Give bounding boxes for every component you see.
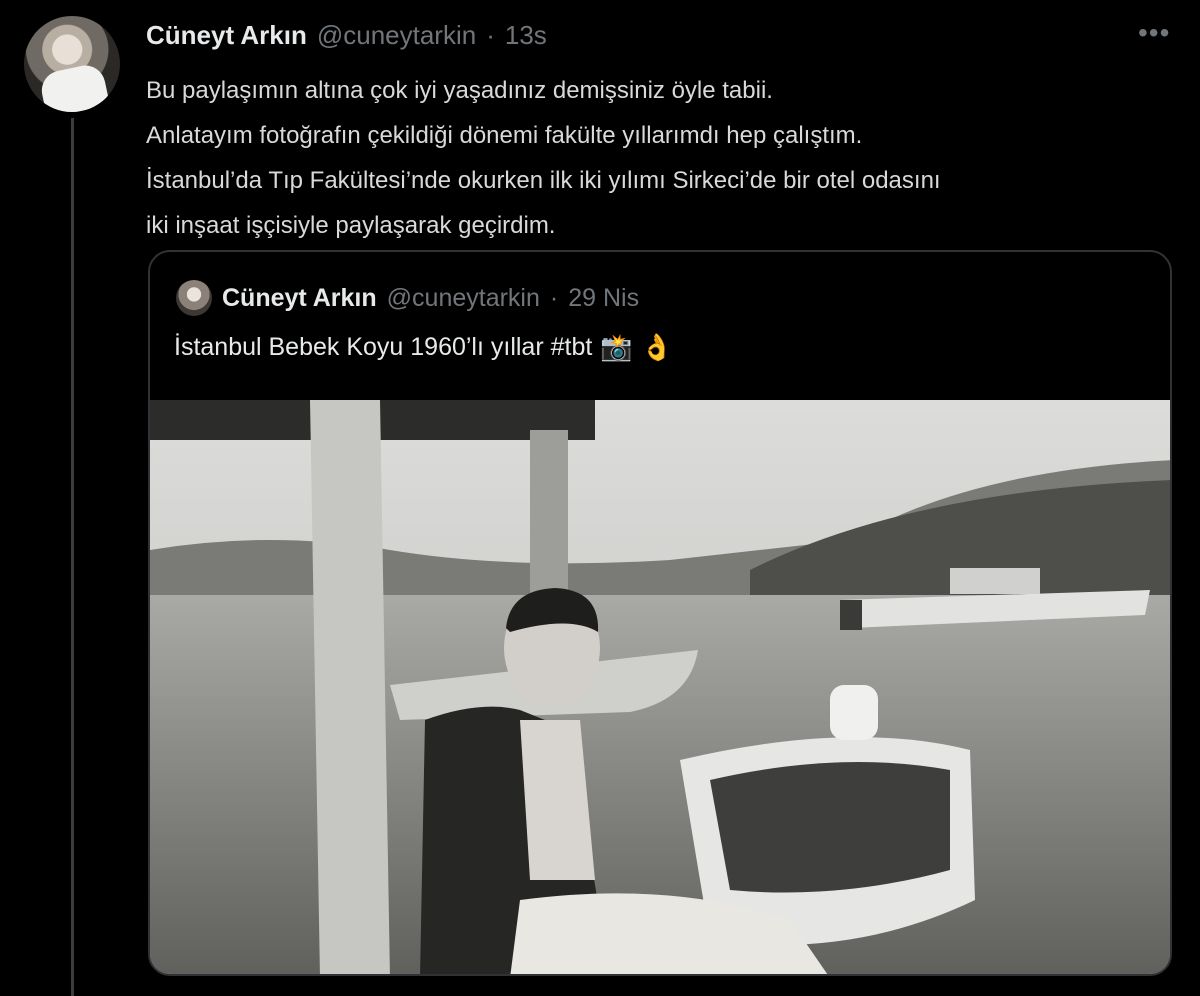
- tweet-text: Bu paylaşımın altına çok iyi yaşadınız d…: [146, 68, 1176, 248]
- quoted-date[interactable]: 29 Nis: [568, 284, 639, 313]
- more-dots-icon[interactable]: •••: [1138, 19, 1170, 47]
- quoted-text: İstanbul Bebek Koyu 1960’lı yıllar #tbt: [174, 333, 593, 361]
- quoted-photo[interactable]: [150, 400, 1170, 974]
- timestamp[interactable]: 13s: [505, 20, 547, 51]
- quoted-author-handle[interactable]: @cuneytarkin: [387, 284, 540, 313]
- tweet-line: Bu paylaşımın altına çok iyi yaşadınız d…: [146, 77, 773, 104]
- tweet-header: Cüneyt Arkın @cuneytarkin · 13s: [146, 20, 547, 54]
- tweet-line: iki inşaat işçisiyle paylaşarak geçirdim…: [146, 212, 556, 239]
- quoted-author-name[interactable]: Cüneyt Arkın: [222, 284, 377, 313]
- thread-line: [71, 118, 74, 996]
- tweet-line: Anlatayım fotoğrafın çekildiği dönemi fa…: [146, 122, 863, 149]
- ok-hand-icon: 👌: [640, 332, 674, 362]
- separator-dot: ·: [549, 283, 559, 312]
- author-name[interactable]: Cüneyt Arkın: [146, 20, 307, 51]
- quoted-avatar[interactable]: [176, 280, 212, 316]
- photo-image: [150, 400, 1170, 974]
- separator-dot: ·: [486, 20, 495, 50]
- quoted-tweet-card[interactable]: Cüneyt Arkın @cuneytarkin · 29 Nis İstan…: [148, 250, 1172, 976]
- tweet-line: İstanbul’da Tıp Fakültesi’nde okurken il…: [146, 167, 941, 194]
- camera-flash-icon: 📸: [600, 332, 633, 362]
- author-handle[interactable]: @cuneytarkin: [317, 20, 476, 51]
- quoted-tweet-header: Cüneyt Arkın @cuneytarkin · 29 Nis: [176, 280, 639, 316]
- avatar[interactable]: [24, 16, 120, 112]
- quoted-tweet-text: İstanbul Bebek Koyu 1960’lı yıllar #tbt …: [174, 332, 673, 363]
